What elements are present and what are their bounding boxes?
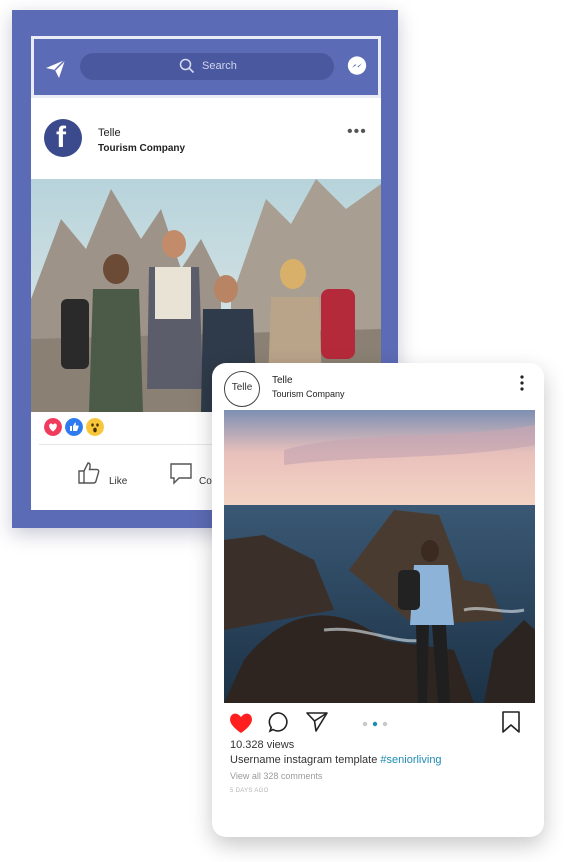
comment-button-label[interactable]: Co [199, 476, 212, 487]
send-icon[interactable] [44, 57, 68, 81]
heart-icon[interactable] [228, 711, 254, 735]
like-icon[interactable] [76, 460, 102, 486]
account-name[interactable]: Telle [272, 375, 293, 386]
page-subtitle: Tourism Company [98, 143, 186, 154]
like-reaction-icon [64, 417, 84, 437]
profile-avatar[interactable]: Telle [224, 371, 260, 407]
page-name[interactable]: Telle [98, 127, 121, 139]
view-count: 10.328 views [230, 739, 295, 751]
carousel-indicator [362, 721, 388, 727]
facebook-post-header: f Telle Tourism Company ••• [31, 98, 381, 184]
facebook-logo-letter: f [56, 121, 66, 154]
avatar-text: Telle [231, 382, 253, 393]
caption-text: Username instagram template [230, 754, 381, 766]
comment-icon[interactable] [268, 711, 290, 733]
more-options-icon[interactable] [520, 375, 524, 391]
search-icon [179, 58, 195, 74]
post-timestamp: 5 DAYS AGO [230, 788, 269, 794]
share-icon[interactable] [305, 711, 329, 733]
like-button-label[interactable]: Like [109, 476, 127, 487]
facebook-topbar: Search [31, 36, 381, 98]
comment-icon[interactable] [168, 460, 194, 486]
search-placeholder: Search [202, 60, 237, 72]
instagram-post: Telle Telle Tourism Company 10.328 views… [212, 363, 544, 837]
bookmark-icon[interactable] [501, 710, 521, 734]
account-subtitle: Tourism Company [272, 389, 345, 399]
caption-hashtag[interactable]: #seniorliving [380, 754, 441, 766]
post-caption: Username instagram template #seniorlivin… [230, 754, 442, 766]
messenger-icon[interactable] [346, 55, 368, 77]
wow-reaction-icon [85, 417, 105, 437]
facebook-logo-icon[interactable]: f [44, 119, 82, 157]
search-bar[interactable]: Search [80, 53, 334, 80]
post-photo [224, 410, 535, 703]
view-comments-link[interactable]: View all 328 comments [230, 771, 322, 781]
more-options-icon[interactable]: ••• [347, 123, 367, 141]
love-reaction-icon [43, 417, 63, 437]
